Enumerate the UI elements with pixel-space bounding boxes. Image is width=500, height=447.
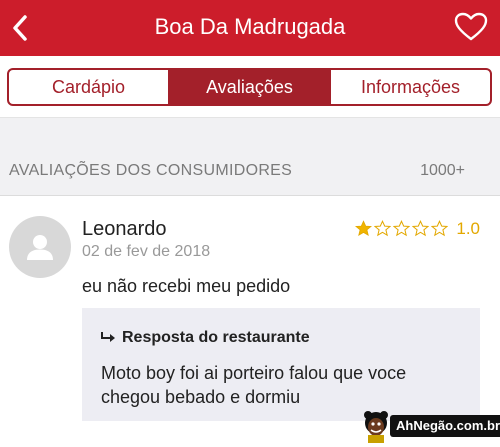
review-comment: eu não recebi meu pedido <box>82 276 291 296</box>
star-empty-icon <box>431 220 448 237</box>
segmented-tabs: Cardápio Avaliações Informações <box>7 68 492 106</box>
heart-icon <box>454 12 488 41</box>
avatar <box>9 216 71 278</box>
tab-avaliacoes[interactable]: Avaliações <box>168 70 329 104</box>
watermark-text: AhNegão.com.br <box>390 415 500 437</box>
star-filled-icon <box>355 220 372 237</box>
reply-text: Moto boy foi ai porteiro falou que voce … <box>101 363 407 407</box>
review-date: 02 de fev de 2018 <box>82 243 211 260</box>
reply-arrow-icon <box>101 332 115 342</box>
star-empty-icon <box>374 220 391 237</box>
restaurant-reply: Resposta do restaurante Moto boy foi ai … <box>82 308 480 421</box>
watermark: AhNegão.com.br <box>358 407 500 445</box>
reviews-count: 1000+ <box>420 162 465 179</box>
rating-value: 1.0 <box>456 219 480 238</box>
tabs-container: Cardápio Avaliações Informações <box>0 56 500 118</box>
star-empty-icon <box>393 220 410 237</box>
star-rating <box>355 220 448 237</box>
tab-cardapio[interactable]: Cardápio <box>9 70 168 104</box>
page-title: Boa Da Madrugada <box>154 14 346 39</box>
user-placeholder-icon <box>27 235 53 260</box>
favorite-button[interactable] <box>454 12 488 42</box>
section-title: AVALIAÇÕES DOS CONSUMIDORES <box>9 162 293 179</box>
mascot-logo-icon <box>364 411 388 443</box>
reviews-section-header: AVALIAÇÕES DOS CONSUMIDORES 1000+ <box>0 118 500 196</box>
app-header: Boa Da Madrugada <box>0 0 500 56</box>
tab-informacoes[interactable]: Informações <box>329 70 490 104</box>
star-empty-icon <box>412 220 429 237</box>
review-author: Leonardo <box>82 218 167 240</box>
reply-header: Resposta do restaurante <box>100 329 310 347</box>
reply-title: Resposta do restaurante <box>122 329 310 346</box>
